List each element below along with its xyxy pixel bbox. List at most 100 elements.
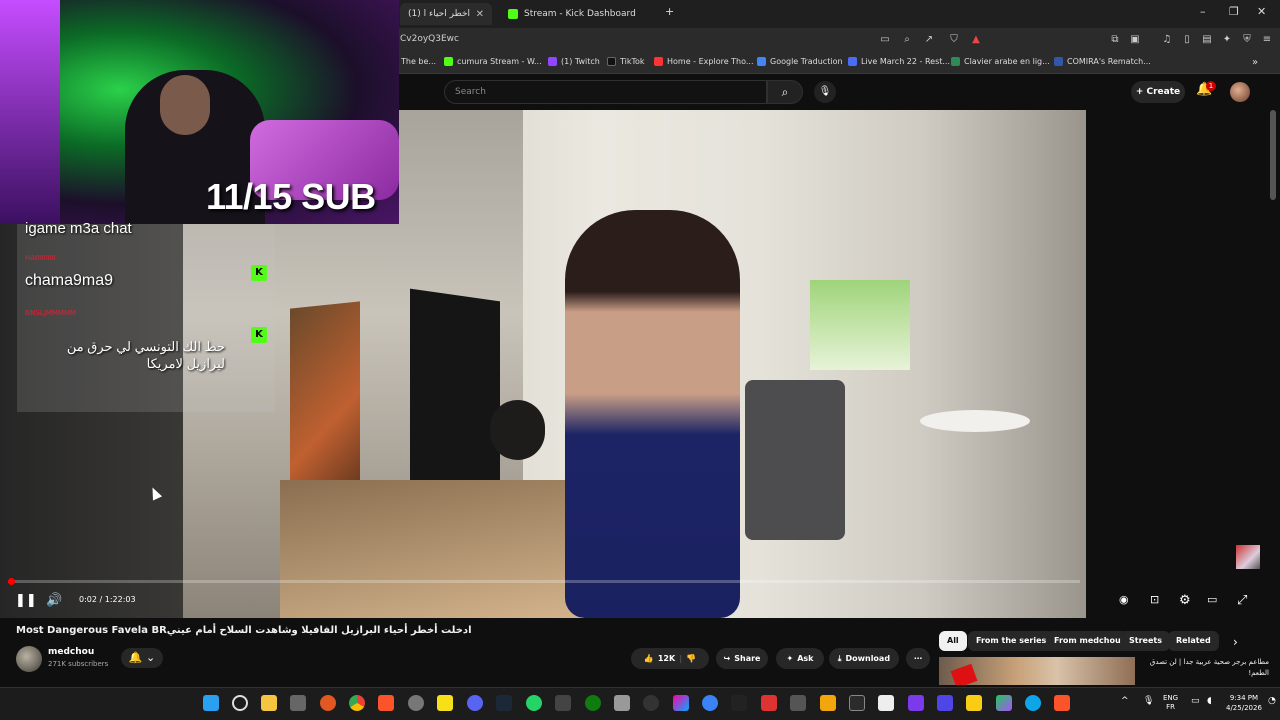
- recommended-video-thumbnail[interactable]: [939, 657, 1135, 685]
- share-button[interactable]: ↪ Share: [716, 648, 768, 669]
- scrubber-handle[interactable]: [8, 578, 15, 585]
- app-icon[interactable]: [908, 695, 924, 711]
- bookmark-item[interactable]: COMIRA's Rematch...: [1054, 57, 1151, 66]
- captions-icon[interactable]: ⊡: [1150, 593, 1159, 606]
- speaker-icon[interactable]: ◖: [1207, 696, 1212, 706]
- close-window-icon[interactable]: ✕: [1257, 5, 1266, 18]
- create-button[interactable]: + Create: [1131, 81, 1185, 103]
- app-icon[interactable]: [731, 695, 747, 711]
- file-explorer-icon[interactable]: [261, 695, 277, 711]
- autoplay-toggle-icon[interactable]: ◉: [1119, 593, 1129, 606]
- channel-watermark[interactable]: [1236, 545, 1260, 569]
- search-input[interactable]: Search: [444, 80, 767, 104]
- search-icon[interactable]: ⌕: [767, 80, 803, 104]
- chrome-icon[interactable]: [349, 695, 365, 711]
- app-icon[interactable]: [555, 695, 571, 711]
- brave-icon[interactable]: [378, 695, 394, 711]
- wallet-icon[interactable]: ▤: [1200, 33, 1214, 47]
- app-icon[interactable]: [1025, 695, 1041, 711]
- bookmark-item[interactable]: Google Traduction: [757, 57, 843, 66]
- new-tab-button[interactable]: +: [665, 5, 674, 18]
- app-icon[interactable]: [761, 695, 777, 711]
- bookmark-item[interactable]: cumura Stream - W...: [444, 57, 542, 66]
- chip-from-medchou[interactable]: From medchou: [1046, 631, 1129, 651]
- like-icon[interactable]: 👍: [644, 654, 654, 663]
- firefox-icon[interactable]: [320, 695, 336, 711]
- bookmark-item[interactable]: (1) Twitch: [548, 57, 600, 66]
- media-icon[interactable]: ♫: [1160, 33, 1174, 47]
- url-text[interactable]: Cv2oyQ3Ewc: [400, 34, 459, 44]
- restore-icon[interactable]: ❐: [1229, 5, 1239, 18]
- progress-bar[interactable]: [8, 580, 1080, 583]
- bookmark-item[interactable]: Clavier arabe en lig...: [951, 57, 1050, 66]
- share-page-icon[interactable]: ↗: [922, 33, 936, 47]
- notification-center-icon[interactable]: ◔: [1268, 696, 1276, 706]
- app-icon[interactable]: [290, 695, 306, 711]
- app-icon[interactable]: [702, 695, 718, 711]
- recommended-video-title[interactable]: مطاعم برجر صحية عربية جدا | لن تصدق الطع…: [1139, 657, 1269, 679]
- menu-icon[interactable]: ≡: [1260, 33, 1274, 47]
- windows-start-icon[interactable]: [203, 695, 219, 711]
- app-icon[interactable]: [790, 695, 806, 711]
- settings-icon[interactable]: ⚙: [1179, 593, 1191, 608]
- microphone-icon[interactable]: 🎙: [814, 81, 836, 103]
- chip-all[interactable]: All: [939, 631, 967, 651]
- ask-button[interactable]: ✦ Ask: [776, 648, 824, 669]
- like-dislike-group[interactable]: 👍 12K | 👎: [631, 648, 709, 669]
- app-icon[interactable]: [966, 695, 982, 711]
- miniplayer-icon[interactable]: ▭: [1207, 593, 1217, 606]
- chip-streets[interactable]: Streets: [1121, 631, 1170, 651]
- tab-youtube-video[interactable]: دخلت أخطر أحياء ا (1) ✕: [400, 3, 492, 25]
- vpn-icon[interactable]: ⛨: [1240, 33, 1254, 47]
- brave-icon[interactable]: [1054, 695, 1070, 711]
- fullscreen-icon[interactable]: ⤢: [1237, 593, 1247, 608]
- search-icon[interactable]: [232, 695, 248, 711]
- page-scrollbar[interactable]: [1270, 110, 1276, 200]
- app-icon[interactable]: [643, 695, 659, 711]
- bookmark-item[interactable]: Home - Explore Tho...: [654, 57, 754, 66]
- channel-name[interactable]: medchou: [48, 647, 94, 657]
- sidebar-icon[interactable]: ▯: [1180, 33, 1194, 47]
- discord-icon[interactable]: [467, 695, 483, 711]
- tab-kick-dashboard[interactable]: Stream - Kick Dashboard: [500, 3, 670, 25]
- zoom-icon[interactable]: ⌕: [900, 33, 914, 47]
- obs-icon[interactable]: [408, 695, 424, 711]
- subscribed-notification-button[interactable]: 🔔 ⌄: [121, 648, 163, 668]
- chevron-right-icon[interactable]: ›: [1233, 635, 1238, 649]
- minimize-icon[interactable]: –: [1200, 5, 1206, 18]
- store-icon[interactable]: [614, 695, 630, 711]
- tray-chevron-icon[interactable]: ^: [1121, 696, 1129, 706]
- pause-icon[interactable]: ❚❚: [15, 593, 37, 608]
- xbox-icon[interactable]: [585, 695, 601, 711]
- microphone-tray-icon[interactable]: 🎙: [1143, 696, 1154, 706]
- bookmark-item[interactable]: The be...: [401, 57, 436, 66]
- close-tab-icon[interactable]: ✕: [476, 9, 484, 20]
- bookmark-item[interactable]: TikTok: [607, 57, 645, 66]
- network-icon[interactable]: ▭: [1191, 696, 1200, 706]
- app-icon[interactable]: [820, 695, 836, 711]
- language-indicator[interactable]: ENG FR: [1163, 694, 1178, 712]
- more-bookmarks-icon[interactable]: »: [1252, 57, 1258, 68]
- app-icon[interactable]: [996, 695, 1012, 711]
- more-actions-icon[interactable]: ⋯: [906, 648, 930, 669]
- download-button[interactable]: ⤓ Download: [829, 648, 899, 669]
- whatsapp-icon[interactable]: [526, 695, 542, 711]
- steam-icon[interactable]: [496, 695, 512, 711]
- channel-avatar[interactable]: [16, 646, 42, 672]
- app-icon[interactable]: [437, 695, 453, 711]
- volume-icon[interactable]: 🔊: [46, 593, 62, 608]
- cast-icon[interactable]: ▭: [878, 33, 892, 47]
- chip-from-the-series[interactable]: From the series: [968, 631, 1055, 651]
- avatar[interactable]: [1230, 82, 1250, 102]
- leo-ai-icon[interactable]: ✦: [1220, 33, 1234, 47]
- dislike-icon[interactable]: 👎: [686, 654, 696, 663]
- copilot-icon[interactable]: [673, 695, 689, 711]
- screenshot-icon[interactable]: ▣: [1128, 33, 1142, 47]
- chip-related[interactable]: Related: [1168, 631, 1219, 651]
- brave-shield-icon[interactable]: ⛉: [947, 33, 961, 47]
- system-clock[interactable]: 9:34 PM 4/25/2026: [1226, 693, 1262, 713]
- bookmark-item[interactable]: Live March 22 - Rest...: [848, 57, 950, 66]
- app-icon[interactable]: [937, 695, 953, 711]
- app-icon[interactable]: [849, 695, 865, 711]
- app-icon[interactable]: [878, 695, 894, 711]
